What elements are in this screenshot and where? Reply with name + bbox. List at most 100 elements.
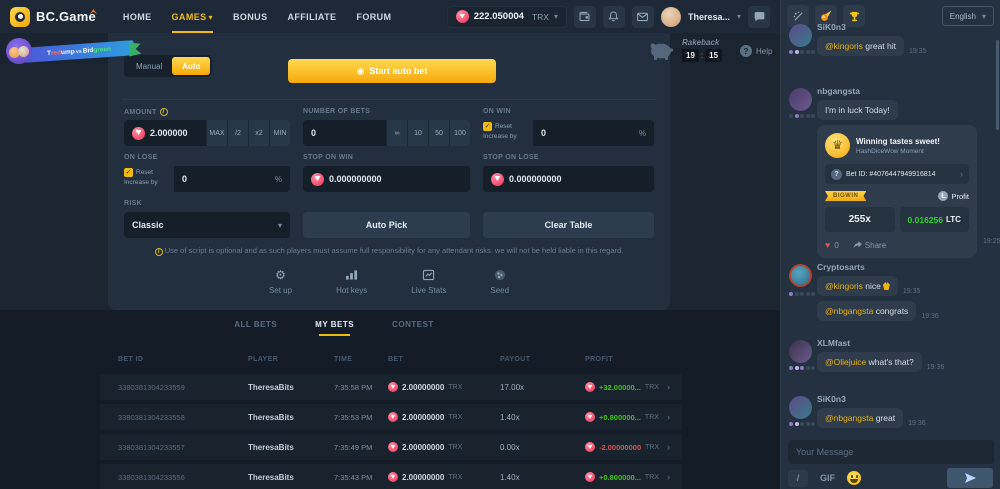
- avatar[interactable]: [789, 264, 812, 287]
- gif-button[interactable]: GIF: [820, 473, 835, 483]
- event-banner[interactable]: TredumpvsBidgreen: [6, 36, 146, 68]
- live-stats-button[interactable]: Live Stats: [411, 269, 446, 295]
- bc-game-app: BC.Game HOME GAMES▾ BONUS AFFILIATE FORU…: [0, 0, 1000, 489]
- chat-username[interactable]: SiK0n3: [817, 22, 994, 32]
- table-row[interactable]: 3380381304233556 TheresaBits 7:35:43 PM …: [100, 464, 682, 489]
- chat-message: SiK0n3 @kingoris great hit 19:35: [789, 22, 994, 61]
- nav-bonus[interactable]: BONUS: [233, 12, 268, 22]
- profit-amount: 0.016256: [908, 215, 943, 225]
- amount-double-button[interactable]: x2: [248, 120, 269, 146]
- on-lose-field: ✓Reset Increase by 0 %: [124, 166, 290, 192]
- on-win-reset-checkbox[interactable]: ✓: [483, 122, 492, 131]
- setup-button[interactable]: ⚙ Set up: [269, 269, 292, 295]
- risk-select[interactable]: Classic ▾: [124, 212, 290, 238]
- on-lose-input[interactable]: 0 %: [174, 166, 290, 192]
- row-chevron-icon[interactable]: ›: [667, 382, 670, 392]
- piggy-bank-icon: [648, 39, 676, 61]
- table-row[interactable]: 3380381304233558 TheresaBits 7:35:53 PM …: [100, 404, 682, 430]
- tab-contest[interactable]: CONTEST: [392, 320, 434, 336]
- trx-coin-icon: [585, 382, 595, 392]
- tab-my-bets[interactable]: MY BETS: [315, 320, 354, 336]
- nav-games[interactable]: GAMES▾: [172, 12, 213, 22]
- amount-min-button[interactable]: MIN: [269, 120, 290, 146]
- win-card[interactable]: ♛ Winning tastes sweet! HashDiceWow Mome…: [817, 125, 977, 258]
- bc-logo-icon[interactable]: [10, 7, 30, 27]
- avatar[interactable]: [789, 340, 812, 363]
- trx-coin-icon: [311, 173, 324, 186]
- hot-keys-button[interactable]: Hot keys: [336, 269, 367, 295]
- share-icon: [853, 241, 862, 249]
- win-card-bet-id[interactable]: ? Bet ID: #4076447949916814 ›: [825, 164, 969, 184]
- help-button[interactable]: ? Help: [740, 45, 772, 57]
- row-chevron-icon[interactable]: ›: [667, 442, 670, 452]
- avatar[interactable]: [789, 396, 812, 419]
- wallet-button[interactable]: [574, 6, 596, 28]
- nav-affiliate[interactable]: AFFILIATE: [287, 12, 336, 22]
- auto-pick-button[interactable]: Auto Pick: [303, 212, 470, 238]
- nav-home[interactable]: HOME: [123, 12, 152, 22]
- row-chevron-icon[interactable]: ›: [667, 472, 670, 482]
- chat-scrollbar[interactable]: [996, 40, 999, 130]
- chat-username[interactable]: SiK0n3: [817, 394, 994, 404]
- chat-bubble-icon: [753, 10, 766, 23]
- rakeback-widget[interactable]: Rakeback 19 : 15: [648, 38, 722, 62]
- clear-table-button[interactable]: Clear Table: [483, 212, 654, 238]
- chat-username[interactable]: Cryptosarts: [817, 262, 994, 272]
- table-row[interactable]: 3380381304233559 TheresaBits 7:35:58 PM …: [100, 374, 682, 400]
- emoji-smiley-icon[interactable]: [847, 471, 861, 485]
- chat-message: Cryptosarts @kingoris nice 19:35 @nbgang…: [789, 262, 994, 326]
- chat-toggle-button[interactable]: [748, 6, 770, 28]
- site-title[interactable]: BC.Game: [36, 9, 96, 24]
- chat-username[interactable]: XLMfast: [817, 338, 994, 348]
- balance-selector[interactable]: 222.050004 TRX ▾: [447, 6, 567, 28]
- stop-on-win-label: STOP ON WIN: [303, 154, 353, 161]
- auto-tab[interactable]: Auto: [172, 57, 210, 75]
- chat-username[interactable]: nbgangsta: [817, 86, 994, 96]
- table-header-row: BET ID PLAYER TIME BET PAYOUT PROFIT: [100, 350, 682, 368]
- gold-medal-icon: ♛: [825, 133, 850, 158]
- number-of-bets-input[interactable]: 0: [303, 120, 386, 146]
- top-header: BC.Game HOME GAMES▾ BONUS AFFILIATE FORU…: [0, 0, 780, 33]
- chat-bubble: @kingoris nice: [817, 276, 898, 296]
- on-win-input[interactable]: 0 %: [533, 120, 654, 146]
- badge-dots: [789, 114, 815, 118]
- chat-bubble: @nbgangsta congrats: [817, 301, 916, 321]
- badge-dots: [789, 50, 815, 54]
- live-stats-icon: [422, 269, 435, 282]
- on-lose-reset-checkbox[interactable]: ✓: [124, 168, 133, 177]
- send-button[interactable]: [947, 468, 993, 488]
- table-row[interactable]: 3380381304233557 TheresaBits 7:35:49 PM …: [100, 434, 682, 460]
- messages-button[interactable]: [632, 6, 654, 28]
- chat-time: 19:35: [909, 48, 927, 56]
- chat-time: 19:36: [927, 364, 945, 372]
- user-avatar[interactable]: [661, 7, 681, 27]
- slash-command-button[interactable]: /: [788, 470, 808, 487]
- chat-time: 19:25: [983, 238, 1000, 246]
- amount-input[interactable]: 2.000000: [124, 120, 206, 146]
- chat-message-input[interactable]: [788, 440, 994, 464]
- notifications-button[interactable]: [603, 6, 625, 28]
- bets-100-button[interactable]: 100: [449, 120, 470, 146]
- amount-max-button[interactable]: MAX: [206, 120, 227, 146]
- like-button[interactable]: ♥: [825, 240, 830, 250]
- row-chevron-icon[interactable]: ›: [667, 412, 670, 422]
- bets-infinity-button[interactable]: ∞: [386, 120, 407, 146]
- stop-on-lose-input[interactable]: 0.000000000: [483, 166, 654, 192]
- start-auto-bet-button[interactable]: ◉ Start auto bet: [288, 59, 496, 83]
- tab-all-bets[interactable]: ALL BETS: [234, 320, 277, 336]
- bets-10-button[interactable]: 10: [407, 120, 428, 146]
- bets-50-button[interactable]: 50: [428, 120, 449, 146]
- nav-forum[interactable]: FORUM: [356, 12, 391, 22]
- share-button[interactable]: Share: [853, 241, 886, 250]
- risk-label: RISK: [124, 200, 142, 207]
- like-count: 0: [834, 241, 838, 250]
- stop-on-win-input[interactable]: 0.000000000: [303, 166, 470, 192]
- avatar[interactable]: [789, 24, 812, 47]
- seed-button[interactable]: Seed: [490, 269, 509, 295]
- seed-icon: [494, 269, 506, 282]
- avatar[interactable]: [789, 88, 812, 111]
- amount-half-button[interactable]: /2: [227, 120, 248, 146]
- send-icon: [965, 473, 976, 483]
- user-name[interactable]: Theresa...: [688, 12, 730, 22]
- chevron-right-icon: ›: [960, 169, 963, 179]
